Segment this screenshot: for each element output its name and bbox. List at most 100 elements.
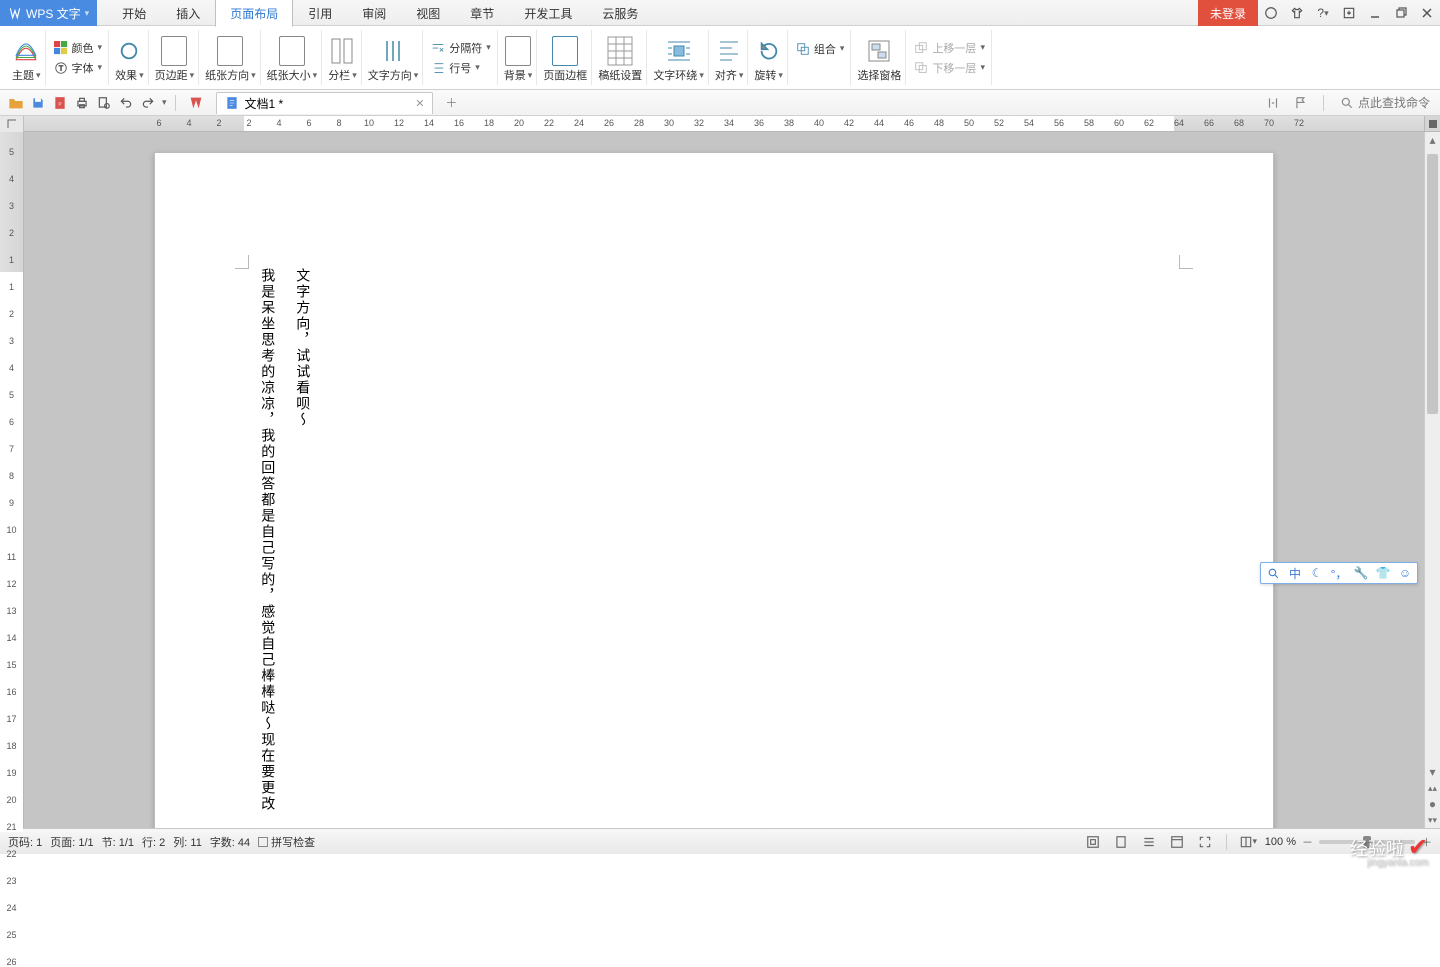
ribbon-wrap[interactable]: 文字环绕▾	[649, 30, 709, 85]
page[interactable]: 文字方向，试试看呗～ 我是呆坐思考的凉凉，我的回答都是自己写的，感觉自己棒棒哒～…	[154, 152, 1274, 828]
menu-tab-reference[interactable]: 引用	[293, 0, 347, 26]
svg-text:T: T	[58, 65, 63, 72]
menu-tab-view[interactable]: 视图	[401, 0, 455, 26]
ribbon-margin[interactable]: 页边距▾	[151, 30, 200, 85]
ruler-corner-icon[interactable]	[0, 116, 24, 132]
break-button[interactable]: 分隔符▾	[431, 40, 491, 56]
flag-icon[interactable]	[1291, 93, 1311, 113]
color-button[interactable]: 颜色▾	[54, 40, 103, 56]
view-fullscreen-icon[interactable]	[1194, 833, 1216, 851]
ime-lang-icon[interactable]: 中	[1287, 565, 1303, 581]
print-icon[interactable]	[72, 93, 92, 113]
effect-icon	[115, 37, 143, 65]
ruler-options-icon[interactable]	[1424, 116, 1440, 131]
wps-home-icon[interactable]	[186, 93, 206, 113]
prev-page-icon[interactable]: ▴▴	[1425, 780, 1440, 796]
down-label: 下移一层	[932, 60, 976, 76]
save-icon[interactable]	[28, 93, 48, 113]
watermark-url: jingyanla.com	[1367, 857, 1428, 868]
browse-object-icon[interactable]: ●	[1425, 796, 1440, 812]
zoom-label[interactable]: 100 %	[1265, 836, 1296, 848]
app-logo[interactable]: WPS 文字 ▾	[0, 0, 97, 26]
ribbon-rotate[interactable]: 旋转▾	[750, 30, 788, 85]
scroll-up-icon[interactable]: ▴	[1425, 132, 1440, 148]
lineno-button[interactable]: 行号▾	[431, 60, 491, 76]
status-spellcheck[interactable]: 拼写检查	[258, 834, 315, 850]
ime-comma-icon[interactable]: °，	[1331, 565, 1347, 581]
qat-dropdown-icon[interactable]: ▾	[160, 97, 169, 108]
scrollbar-vertical[interactable]: ▴ ▾ ▴▴ ● ▾▾	[1424, 132, 1440, 828]
menu-tab-insert[interactable]: 插入	[161, 0, 215, 26]
command-search[interactable]: 点此查找命令	[1336, 92, 1434, 113]
ribbon-columns[interactable]: 分栏▾	[324, 30, 362, 85]
zoom-thumb[interactable]	[1363, 836, 1371, 848]
redo-icon[interactable]	[138, 93, 158, 113]
ribbon-grid[interactable]: 稿纸设置	[594, 30, 647, 85]
help-icon[interactable]: ?▾	[1310, 0, 1336, 26]
undo-icon[interactable]	[116, 93, 136, 113]
document-tab[interactable]: 文档1 * ✕	[216, 92, 434, 114]
ribbon-theme[interactable]: 主题▾	[8, 30, 46, 85]
ime-moon-icon[interactable]: ☾	[1309, 565, 1325, 581]
status-row[interactable]: 行: 2	[142, 834, 165, 850]
group-button[interactable]: 组合▾	[796, 41, 845, 57]
ribbon-align[interactable]: 对齐▾	[711, 30, 749, 85]
open-icon[interactable]	[6, 93, 26, 113]
view-outline-icon[interactable]	[1138, 833, 1160, 851]
minimize-icon[interactable]	[1362, 0, 1388, 26]
ribbon-group-opts: 组合▾	[790, 30, 852, 85]
compact-icon[interactable]	[1263, 93, 1283, 113]
status-col[interactable]: 列: 11	[173, 834, 202, 850]
view-print-icon[interactable]	[1110, 833, 1132, 851]
scroll-thumb[interactable]	[1427, 154, 1438, 414]
status-section[interactable]: 节: 1/1	[102, 834, 134, 850]
zoom-out-icon[interactable]: －	[1302, 834, 1313, 850]
menu-tab-start[interactable]: 开始	[107, 0, 161, 26]
text-line-2[interactable]: 我是呆坐思考的凉凉，我的回答都是自己写的，感觉自己棒棒哒～现在要更改	[255, 268, 280, 812]
ribbon-bg[interactable]: 背景▾	[500, 30, 538, 85]
ime-emoji-icon[interactable]: ☺	[1397, 565, 1413, 581]
next-page-icon[interactable]: ▾▾	[1425, 812, 1440, 828]
ime-skin-icon[interactable]: 👕	[1375, 565, 1391, 581]
zoom-slider[interactable]	[1319, 840, 1415, 844]
ime-search-icon[interactable]	[1265, 565, 1281, 581]
status-words[interactable]: 字数: 44	[210, 834, 250, 850]
maximize-icon[interactable]	[1388, 0, 1414, 26]
view-focus-icon[interactable]	[1082, 833, 1104, 851]
menu-tab-devtools[interactable]: 开发工具	[509, 0, 587, 26]
status-pageno[interactable]: 页码: 1	[8, 834, 42, 850]
textdir-icon	[379, 37, 407, 65]
ime-settings-icon[interactable]: 🔧	[1353, 565, 1369, 581]
ruler-vertical[interactable]: 5432112345678910111213141516171819202122…	[0, 132, 24, 828]
scroll-down-icon[interactable]: ▾	[1425, 764, 1440, 780]
login-button[interactable]: 未登录	[1198, 0, 1258, 26]
ruler-horizontal[interactable]: 6422468101214161820222426283032343638404…	[0, 116, 1440, 132]
canvas[interactable]: 文字方向，试试看呗～ 我是呆坐思考的凉凉，我的回答都是自己写的，感觉自己棒棒哒～…	[24, 132, 1424, 828]
book-icon[interactable]: ▾	[1237, 833, 1259, 851]
ime-toolbar[interactable]: 中 ☾ °， 🔧 👕 ☺	[1260, 562, 1418, 584]
scroll-track[interactable]	[1425, 148, 1440, 764]
ribbon-collapse-icon[interactable]	[1336, 0, 1362, 26]
ribbon-effect[interactable]: 效果▾	[111, 30, 149, 85]
tshirt-icon[interactable]	[1284, 0, 1310, 26]
skin-icon[interactable]	[1258, 0, 1284, 26]
print-preview-icon[interactable]	[94, 93, 114, 113]
tab-close-icon[interactable]: ✕	[415, 97, 424, 110]
ribbon-size[interactable]: 纸张大小▾	[263, 30, 323, 85]
menu-tab-cloud[interactable]: 云服务	[587, 0, 653, 26]
menu-tab-layout[interactable]: 页面布局	[215, 0, 293, 27]
ribbon-selpane[interactable]: 选择窗格	[853, 30, 906, 85]
close-icon[interactable]	[1414, 0, 1440, 26]
menu-tab-review[interactable]: 审阅	[347, 0, 401, 26]
ribbon-orient[interactable]: 纸张方向▾	[201, 30, 261, 85]
text-line-1[interactable]: 文字方向，试试看呗～	[290, 268, 315, 428]
ribbon-textdir[interactable]: 文字方向▾	[364, 30, 424, 85]
zoom-in-icon[interactable]: ＋	[1421, 834, 1432, 850]
font-button[interactable]: T字体▾	[54, 60, 103, 76]
export-pdf-icon[interactable]: P	[50, 93, 70, 113]
view-web-icon[interactable]	[1166, 833, 1188, 851]
status-page[interactable]: 页面: 1/1	[50, 834, 93, 850]
ribbon-border[interactable]: 页面边框	[539, 30, 592, 85]
new-tab-icon[interactable]: ＋	[441, 93, 461, 113]
menu-tab-chapter[interactable]: 章节	[455, 0, 509, 26]
